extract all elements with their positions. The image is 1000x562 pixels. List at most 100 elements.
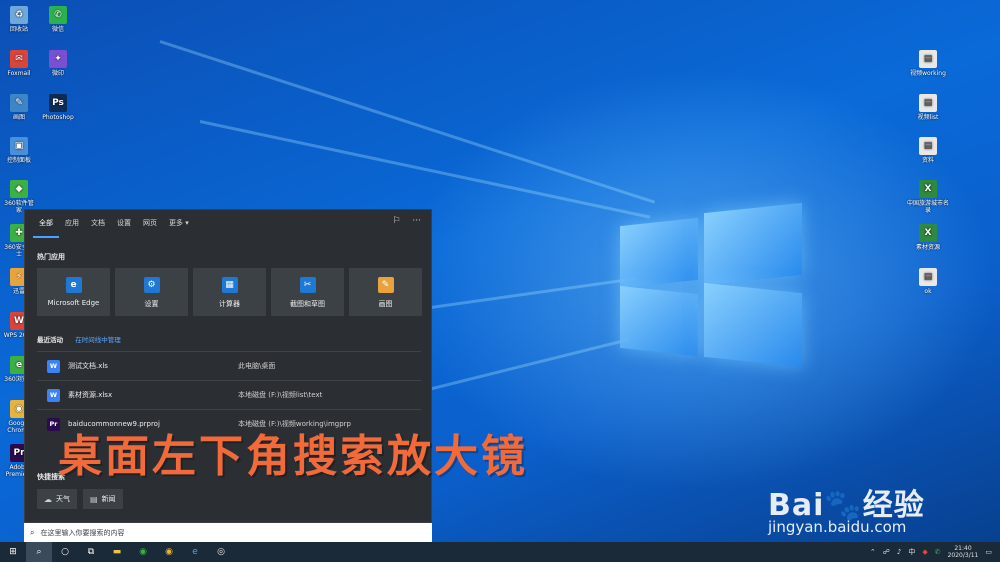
- desktop-icon-label: 中国旅游城市名录: [906, 200, 949, 214]
- weather-icon: ☁: [44, 494, 52, 504]
- desktop-icon[interactable]: ✦ 微印: [41, 50, 75, 77]
- desktop-icon[interactable]: ▤ 资料: [906, 137, 950, 164]
- clock[interactable]: 21:40 2020/3/11: [948, 545, 979, 559]
- news-icon: ▤: [90, 494, 98, 504]
- hot-app-label: 计算器: [219, 300, 240, 308]
- desktop-icon-label: 资料: [921, 157, 934, 164]
- app-icon: ▣: [10, 137, 28, 155]
- quick-search-button[interactable]: ▤ 新闻: [83, 489, 123, 509]
- hot-apps-list: e Microsoft Edge ⚙ 设置 ▦ 计算器 ✂ 截图和草图 ✎ 画图: [37, 268, 422, 316]
- desktop-icon[interactable]: ▤ 视频list: [906, 94, 950, 121]
- cortana-icon[interactable]: ○: [52, 542, 78, 562]
- app-icon: ✉: [10, 50, 28, 68]
- file-icon: W: [47, 388, 60, 402]
- app-icon: ▦: [221, 277, 238, 293]
- recent-activity-title: 最近活动: [37, 336, 63, 344]
- file-icon: ▤: [919, 94, 937, 112]
- wechat-tray-icon[interactable]: ✆: [935, 548, 941, 556]
- app-icon: ✦: [49, 50, 67, 68]
- recent-activity-header: 最近活动 在时间线中管理: [37, 334, 121, 344]
- windows-logo: [620, 196, 805, 368]
- action-center-icon[interactable]: ▭: [985, 548, 992, 556]
- system-tray: ⌃ ☍ ♪ 中 ◆ ✆ 21:40 2020/3/11 ▭: [870, 542, 992, 562]
- taskbar: ⊞ ⌕ ○ ⧉ ▬ ◉ ◉ e ◎ ⌃ ☍ ♪ 中 ◆ ✆ 21:40 2020/3/11 ▭: [0, 542, 1000, 562]
- quick-search-label: 新闻: [101, 495, 116, 503]
- network-icon[interactable]: ☍: [883, 548, 890, 556]
- hot-app-tile[interactable]: ✂ 截图和草图: [271, 268, 344, 316]
- tab-documents[interactable]: 文档: [85, 210, 111, 238]
- recent-item[interactable]: W 素材资源.xlsx 本地磁盘 (F:)\视频list\text: [37, 380, 421, 409]
- chevron-up-icon[interactable]: ⌃: [870, 548, 876, 556]
- feedback-icon[interactable]: ⚐: [392, 216, 400, 226]
- app-icon: ✎: [377, 277, 394, 293]
- desktop-icon[interactable]: X 素材资源: [906, 224, 950, 251]
- desktop-icon[interactable]: ✉ Foxmail: [2, 50, 36, 77]
- desktop-icon[interactable]: ▤ ok: [906, 268, 950, 295]
- hot-app-tile[interactable]: e Microsoft Edge: [37, 268, 110, 316]
- file-icon: X: [919, 224, 937, 242]
- hot-app-tile[interactable]: ✎ 画图: [349, 268, 422, 316]
- tab-web[interactable]: 网页: [137, 210, 163, 238]
- app-icon: ✆: [49, 6, 67, 24]
- watermark-url: jingyan.baidu.com: [768, 518, 907, 536]
- ie-icon[interactable]: e: [182, 542, 208, 562]
- file-explorer-icon[interactable]: ▬: [104, 542, 130, 562]
- file-icon: X: [919, 180, 937, 198]
- file-icon: ▤: [919, 137, 937, 155]
- desktop-icon-label: 视频working: [910, 70, 946, 77]
- recent-item-path: 本地磁盘 (F:)\视频list\text: [238, 391, 323, 399]
- app-icon: ⚙: [143, 277, 160, 293]
- recent-item-path: 此电脑\桌面: [238, 362, 276, 370]
- app-icon: ✎: [10, 94, 28, 112]
- desktop-icon-label: ok: [924, 288, 932, 295]
- tab-apps[interactable]: 应用: [59, 210, 85, 238]
- search-input[interactable]: [40, 528, 401, 537]
- desktop-icon-label: Foxmail: [7, 70, 31, 77]
- app-icon: ♻: [10, 6, 28, 24]
- desktop-icon[interactable]: ✎ 画图: [2, 94, 36, 121]
- light-beam: [199, 120, 651, 219]
- taskbar-buttons: ⊞ ⌕ ○ ⧉ ▬ ◉ ◉ e ◎: [0, 542, 234, 562]
- quick-search-button[interactable]: ☁ 天气: [37, 489, 77, 509]
- notification-app-icon[interactable]: ◆: [922, 548, 927, 556]
- hot-app-label: 画图: [378, 300, 393, 308]
- volume-icon[interactable]: ♪: [897, 548, 901, 556]
- more-options-icon[interactable]: ···: [412, 216, 421, 226]
- desktop-icon-label: 回收站: [9, 26, 28, 33]
- taskbar-search-box[interactable]: ⌕: [24, 523, 432, 542]
- manage-timeline-link[interactable]: 在时间线中管理: [75, 336, 121, 344]
- light-beam: [159, 40, 656, 204]
- task-view-icon[interactable]: ⧉: [78, 542, 104, 562]
- desktop-icon-label: 素材资源: [915, 244, 940, 251]
- tab-settings[interactable]: 设置: [111, 210, 137, 238]
- chrome-icon[interactable]: ◉: [156, 542, 182, 562]
- quick-search-list: ☁ 天气 ▤ 新闻: [37, 489, 123, 509]
- ime-indicator[interactable]: 中: [908, 547, 915, 557]
- desktop-icon[interactable]: ✆ 微信: [41, 6, 75, 33]
- baidu-jingyan-watermark: Bai🐾经验 jingyan.baidu.com: [768, 458, 968, 538]
- file-icon: ▤: [919, 268, 937, 286]
- desktop-icon[interactable]: Ps Photoshop: [41, 94, 75, 121]
- recent-item[interactable]: W 测试文档.xls 此电脑\桌面: [37, 351, 421, 380]
- tab-all[interactable]: 全部: [33, 210, 59, 238]
- recent-item-name: 测试文档.xls: [68, 362, 108, 370]
- quick-search-label: 天气: [56, 495, 70, 503]
- desktop-icon[interactable]: X 中国旅游城市名录: [906, 180, 950, 214]
- desktop-icon[interactable]: ▣ 控制面板: [2, 137, 36, 164]
- desktop-icon-label: 控制面板: [6, 157, 31, 164]
- hot-app-tile[interactable]: ⚙ 设置: [115, 268, 188, 316]
- app-icon[interactable]: ◎: [208, 542, 234, 562]
- hot-app-label: 截图和草图: [290, 300, 325, 308]
- 360-browser-icon[interactable]: ◉: [130, 542, 156, 562]
- clock-date: 2020/3/11: [947, 552, 979, 559]
- desktop-icon[interactable]: ▤ 视频working: [906, 50, 950, 77]
- hot-apps-title: 热门应用: [37, 253, 65, 261]
- hot-app-tile[interactable]: ▦ 计算器: [193, 268, 266, 316]
- start-icon[interactable]: ⊞: [0, 542, 26, 562]
- desktop-icon-label: 视频list: [917, 114, 939, 121]
- hot-app-label: 设置: [144, 300, 159, 308]
- search-icon[interactable]: ⌕: [26, 542, 52, 562]
- desktop-icon-label: 画图: [12, 114, 25, 121]
- desktop-icon[interactable]: ♻ 回收站: [2, 6, 36, 33]
- tab-more[interactable]: 更多: [163, 210, 195, 238]
